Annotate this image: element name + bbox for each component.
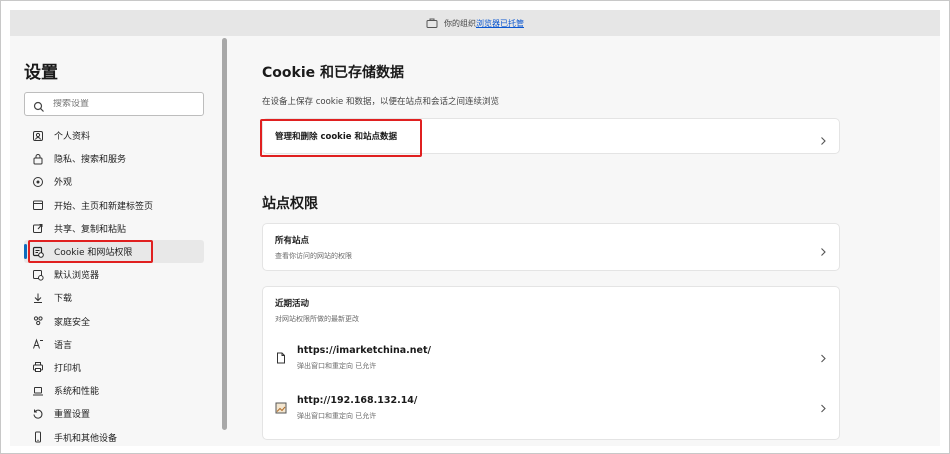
cookies-description: 在设备上保存 cookie 和数据，以便在站点和会话之间连续浏览 — [262, 97, 499, 107]
sidebar-title: 设置 — [24, 63, 58, 83]
download-icon — [32, 292, 44, 304]
sidebar-item-label: 个人资料 — [54, 132, 91, 143]
share-icon — [32, 222, 44, 234]
sidebar-item-profile[interactable]: 个人资料 — [24, 124, 204, 147]
site-row[interactable]: https://imarketchina.net/ 弹出窗口和重定向 已允许 — [263, 333, 839, 383]
image-icon — [275, 402, 287, 414]
manage-cookies-card[interactable]: 管理和删除 cookie 和站点数据 — [260, 118, 840, 157]
file-icon — [275, 352, 287, 364]
cookies-section-title: Cookie 和已存储数据 — [262, 65, 404, 81]
briefcase-icon — [426, 18, 438, 28]
browser-icon — [32, 269, 44, 281]
laptop-icon — [32, 385, 44, 397]
all-sites-row[interactable]: 所有站点 查看你访问的网站的权限 — [263, 224, 839, 270]
infobar-text: 你的组织 — [444, 18, 476, 28]
sidebar-item-downloads[interactable]: 下载 — [24, 286, 204, 309]
sidebar-item-start-home[interactable]: 开始、主页和新建标签页 — [24, 194, 204, 217]
sidebar-item-languages[interactable]: 语言 — [24, 333, 204, 356]
profile-icon — [32, 130, 44, 142]
sidebar-item-label: 手机和其他设备 — [54, 433, 118, 444]
lock-icon — [32, 153, 44, 165]
all-sites-card[interactable]: 所有站点 查看你访问的网站的权限 — [262, 223, 840, 271]
search-input[interactable] — [53, 99, 193, 109]
managed-link[interactable]: 浏览器已托管 — [476, 18, 524, 29]
sidebar-item-privacy[interactable]: 隐私、搜索和服务 — [24, 147, 204, 170]
search-box[interactable] — [24, 92, 204, 116]
sidebar-item-printers[interactable]: 打印机 — [24, 356, 204, 379]
chevron-right-icon — [819, 399, 827, 418]
all-sites-title: 所有站点 — [275, 235, 310, 246]
phone-icon — [32, 431, 44, 443]
site-url: http://192.168.132.14/ — [297, 395, 418, 406]
appearance-icon — [32, 176, 44, 188]
sidebar-item-family[interactable]: 家庭安全 — [24, 310, 204, 333]
sidebar-item-label: 共享、复制和粘贴 — [54, 224, 127, 235]
sidebar-item-label: 下载 — [54, 294, 73, 305]
chevron-right-icon — [819, 242, 827, 256]
sidebar-item-label: 重置设置 — [54, 410, 91, 421]
chevron-right-icon — [819, 131, 827, 145]
site-permission-status: 弹出窗口和重定向 已允许 — [297, 412, 377, 420]
language-icon — [32, 338, 44, 350]
permissions-section-title: 站点权限 — [262, 196, 318, 212]
manage-cookies-label: 管理和删除 cookie 和站点数据 — [275, 132, 397, 142]
sidebar-item-label: 开始、主页和新建标签页 — [54, 201, 154, 212]
site-url: https://imarketchina.net/ — [297, 345, 431, 356]
sidebar-item-phone[interactable]: 手机和其他设备 — [24, 425, 204, 446]
family-icon — [32, 315, 44, 327]
settings-page: 设置 个人资料 隐私、搜索和服务 外观 开始、主页和新建标签页 — [10, 36, 940, 446]
sidebar-item-label: 打印机 — [54, 363, 82, 374]
sidebar-item-label: 语言 — [54, 340, 73, 351]
sidebar-item-system[interactable]: 系统和性能 — [24, 379, 204, 402]
sidebar-scrollbar[interactable] — [222, 38, 227, 430]
recent-activity-title: 近期活动 — [275, 298, 310, 309]
all-sites-subtitle: 查看你访问的网站的权限 — [275, 251, 352, 260]
sidebar-item-label: 默认浏览器 — [54, 271, 100, 282]
reset-icon — [32, 408, 44, 420]
recent-activity-subtitle: 对网站权限所做的最新更改 — [275, 314, 359, 323]
sidebar-item-label: 家庭安全 — [54, 317, 91, 328]
recent-activity-card: 近期活动 对网站权限所做的最新更改 https://imarketchina.n… — [262, 286, 840, 440]
site-row[interactable]: http://192.168.132.14/ 弹出窗口和重定向 已允许 — [263, 383, 839, 433]
sidebar-item-reset[interactable]: 重置设置 — [24, 402, 204, 425]
chevron-right-icon — [819, 349, 827, 368]
sidebar-item-default-browser[interactable]: 默认浏览器 — [24, 263, 204, 286]
sidebar: 设置 个人资料 隐私、搜索和服务 外观 开始、主页和新建标签页 — [10, 36, 220, 446]
sidebar-item-appearance[interactable]: 外观 — [24, 170, 204, 193]
sidebar-item-cookies[interactable]: Cookie 和网站权限 — [24, 239, 204, 264]
highlight-box — [28, 239, 153, 263]
managed-infobar: 你的组织 浏览器已托管 — [10, 10, 940, 36]
site-permission-status: 弹出窗口和重定向 已允许 — [297, 362, 377, 370]
search-icon — [33, 98, 45, 112]
sidebar-nav: 个人资料 隐私、搜索和服务 外观 开始、主页和新建标签页 共享、复制和粘贴 Co… — [24, 124, 204, 446]
sidebar-item-label: 系统和性能 — [54, 387, 100, 398]
sidebar-item-label: 外观 — [54, 178, 73, 189]
recent-activity-header: 近期活动 对网站权限所做的最新更改 — [263, 287, 839, 333]
home-icon — [32, 199, 44, 211]
manage-cookies-row[interactable]: 管理和删除 cookie 和站点数据 — [260, 119, 839, 157]
printer-icon — [32, 361, 44, 373]
sidebar-item-label: 隐私、搜索和服务 — [54, 155, 127, 166]
sidebar-item-share[interactable]: 共享、复制和粘贴 — [24, 217, 204, 240]
